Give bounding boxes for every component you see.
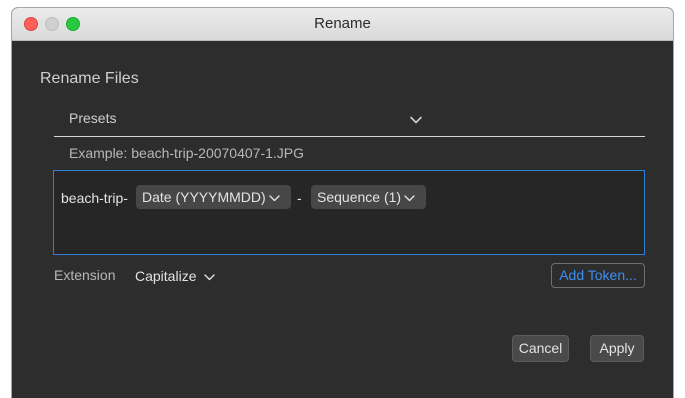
chevron-down-icon bbox=[404, 195, 415, 201]
extension-value: Capitalize bbox=[135, 268, 197, 284]
title-bar: Rename bbox=[12, 8, 673, 41]
apply-button[interactable]: Apply bbox=[590, 335, 644, 362]
cancel-button[interactable]: Cancel bbox=[512, 335, 569, 362]
add-token-button[interactable]: Add Token... bbox=[551, 263, 645, 288]
sequence-token-label: Sequence (1) bbox=[317, 189, 402, 205]
chevron-down-icon bbox=[410, 111, 422, 129]
extension-dropdown[interactable]: Capitalize bbox=[135, 265, 216, 287]
fixed-text-token[interactable]: beach-trip- bbox=[61, 190, 128, 206]
chevron-down-icon bbox=[204, 274, 216, 280]
example-filename: Example: beach-trip-20070407-1.JPG bbox=[69, 145, 305, 161]
dialog-heading: Rename Files bbox=[40, 70, 139, 87]
separator-text[interactable]: - bbox=[297, 190, 302, 206]
sequence-token[interactable]: Sequence (1) bbox=[311, 185, 426, 209]
presets-dropdown[interactable]: Presets bbox=[54, 102, 645, 137]
date-token[interactable]: Date (YYYYMMDD) bbox=[136, 185, 291, 209]
rename-window: Rename Rename Files Presets Example: bea… bbox=[12, 8, 673, 398]
date-token-label: Date (YYYYMMDD) bbox=[142, 189, 266, 205]
window-title: Rename bbox=[314, 15, 371, 32]
extension-label: Extension bbox=[54, 267, 116, 283]
chevron-down-icon bbox=[268, 195, 280, 201]
filename-token-editor[interactable]: beach-trip- Date (YYYYMMDD) - Sequence (… bbox=[53, 170, 645, 255]
presets-label: Presets bbox=[69, 110, 117, 126]
